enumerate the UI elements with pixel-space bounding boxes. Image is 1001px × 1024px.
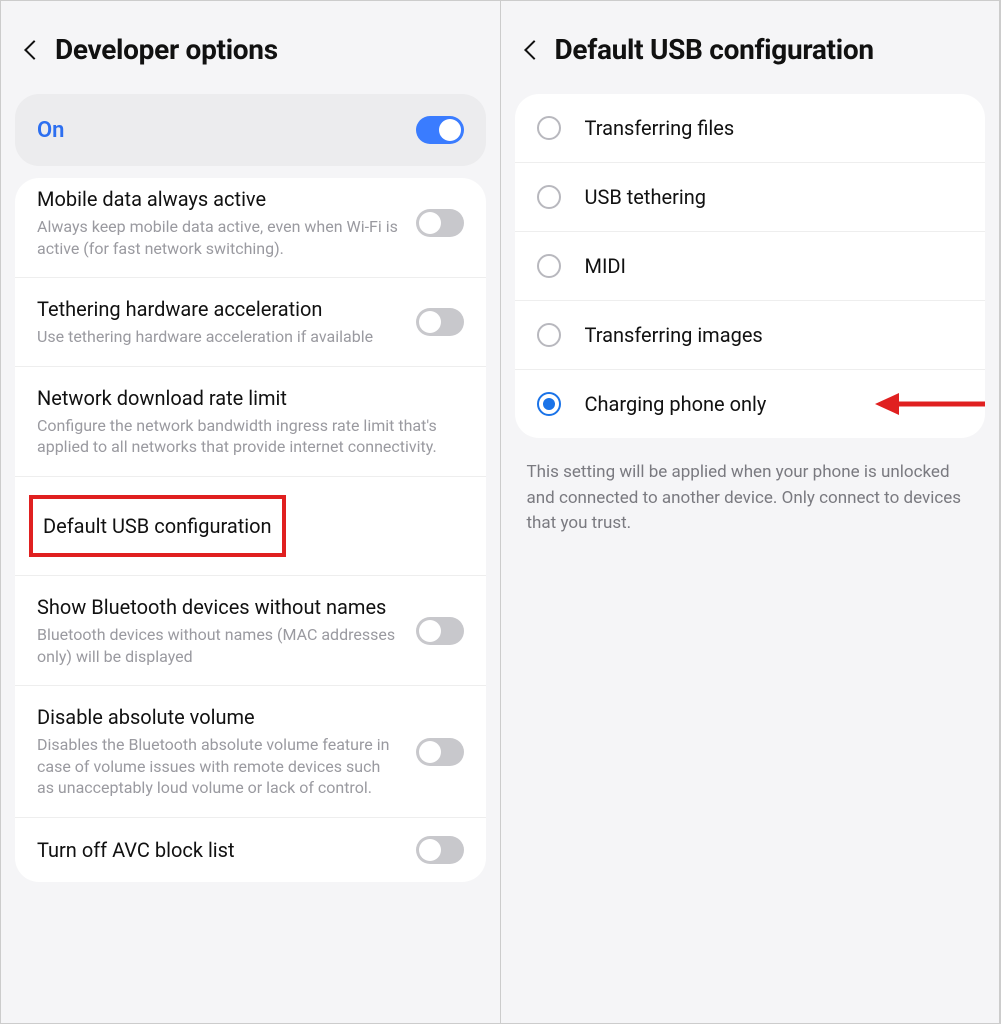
item-subtitle: Use tethering hardware acceleration if a… <box>37 326 400 348</box>
radio-label: Transferring files <box>585 116 735 140</box>
item-title: Default USB configuration <box>43 514 272 538</box>
item-subtitle: Configure the network bandwidth ingress … <box>37 415 464 458</box>
item-subtitle: Always keep mobile data active, even whe… <box>37 216 400 259</box>
radio-item-charging-only[interactable]: Charging phone only <box>515 370 986 438</box>
item-title: Disable absolute volume <box>37 704 400 730</box>
item-subtitle: Disables the Bluetooth absolute volume f… <box>37 734 400 799</box>
item-title: Tethering hardware acceleration <box>37 296 400 322</box>
list-item-bluetooth-without-names[interactable]: Show Bluetooth devices without names Blu… <box>15 576 486 686</box>
item-title: Network download rate limit <box>37 385 464 411</box>
radio-icon <box>537 392 561 416</box>
settings-list: Mobile data always active Always keep mo… <box>15 178 486 882</box>
radio-label: MIDI <box>585 254 626 278</box>
master-toggle-label: On <box>37 118 64 143</box>
radio-item-transferring-images[interactable]: Transferring images <box>515 301 986 370</box>
radio-item-midi[interactable]: MIDI <box>515 232 986 301</box>
radio-item-usb-tethering[interactable]: USB tethering <box>515 163 986 232</box>
back-icon[interactable] <box>24 40 44 60</box>
radio-icon <box>537 254 561 278</box>
page-title: Default USB configuration <box>555 33 874 66</box>
list-item-mobile-data[interactable]: Mobile data always active Always keep mo… <box>15 178 486 278</box>
radio-label: USB tethering <box>585 185 707 209</box>
footnote-text: This setting will be applied when your p… <box>501 438 1000 559</box>
list-item-network-rate-limit[interactable]: Network download rate limit Configure th… <box>15 367 486 477</box>
toggle-switch[interactable] <box>416 836 464 864</box>
item-subtitle: Bluetooth devices without names (MAC add… <box>37 624 400 667</box>
header: Developer options <box>1 1 500 94</box>
toggle-switch[interactable] <box>416 308 464 336</box>
highlight-annotation: Default USB configuration <box>29 495 286 557</box>
radio-icon <box>537 116 561 140</box>
list-item-tethering-accel[interactable]: Tethering hardware acceleration Use teth… <box>15 278 486 367</box>
toggle-switch[interactable] <box>416 209 464 237</box>
radio-icon <box>537 323 561 347</box>
radio-label: Transferring images <box>585 323 763 347</box>
item-title: Turn off AVC block list <box>37 837 400 863</box>
list-item-avc-block-list[interactable]: Turn off AVC block list <box>15 818 486 882</box>
list-item-default-usb-configuration[interactable]: Default USB configuration <box>15 477 486 576</box>
usb-options-list: Transferring files USB tethering MIDI Tr… <box>515 94 986 438</box>
item-title: Show Bluetooth devices without names <box>37 594 400 620</box>
toggle-switch[interactable] <box>416 617 464 645</box>
radio-item-transferring-files[interactable]: Transferring files <box>515 94 986 163</box>
master-toggle-row[interactable]: On <box>15 94 486 166</box>
header: Default USB configuration <box>501 1 1000 94</box>
radio-label: Charging phone only <box>585 392 767 416</box>
radio-icon <box>537 185 561 209</box>
developer-options-pane: Developer options On Mobile data always … <box>1 1 501 1023</box>
page-title: Developer options <box>55 33 278 66</box>
arrow-annotation-icon <box>875 389 985 419</box>
usb-configuration-pane: Default USB configuration Transferring f… <box>501 1 1001 1023</box>
master-toggle-switch[interactable] <box>416 116 464 144</box>
back-icon[interactable] <box>524 40 544 60</box>
item-title: Mobile data always active <box>37 186 400 212</box>
toggle-switch[interactable] <box>416 738 464 766</box>
list-item-disable-absolute-volume[interactable]: Disable absolute volume Disables the Blu… <box>15 686 486 818</box>
